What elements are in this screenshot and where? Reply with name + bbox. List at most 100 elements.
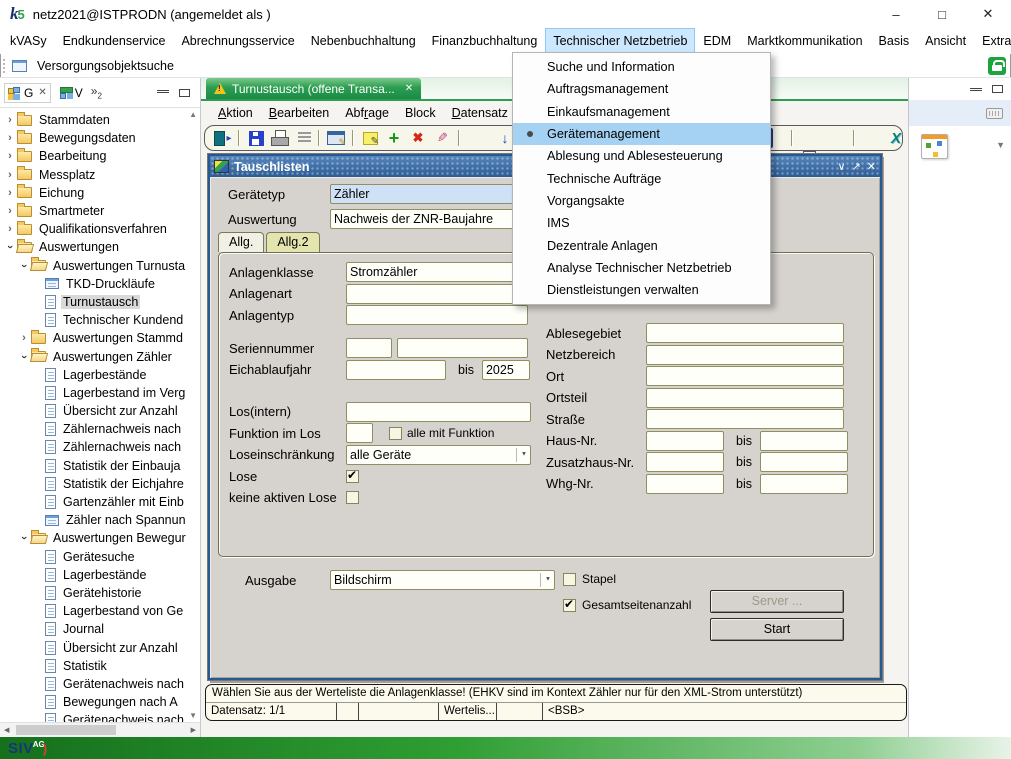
anlagenart-field[interactable] bbox=[346, 284, 528, 304]
chevron-icon[interactable] bbox=[4, 150, 16, 162]
scroll-down-icon[interactable]: ▼ bbox=[189, 711, 197, 720]
delete-record-icon[interactable] bbox=[408, 128, 428, 148]
alle-mit-funktion-checkbox[interactable] bbox=[389, 427, 402, 440]
tree-item-auswertungen-zaehler[interactable]: Auswertungen Zähler bbox=[0, 347, 200, 365]
sidebar-tab-g[interactable]: G ✕ bbox=[4, 83, 51, 103]
anlagentyp-field[interactable] bbox=[346, 305, 528, 325]
tree-item-smartmeter[interactable]: Smartmeter bbox=[0, 202, 200, 220]
range-field-von[interactable] bbox=[646, 474, 724, 494]
minimize-button[interactable]: – bbox=[873, 0, 919, 28]
tree-item-lagerbestand-von-geraeten[interactable]: Lagerbestand von Ge bbox=[0, 602, 200, 620]
menu-item-einkaufsmanagement[interactable]: Einkaufsmanagement bbox=[513, 101, 770, 123]
tree-item-tkd-drucklaeufe[interactable]: TKD-Druckläufe bbox=[0, 275, 200, 293]
eichablaufjahr-field-bis[interactable]: 2025 bbox=[482, 360, 530, 380]
tab-close-icon[interactable]: ✕ bbox=[38, 87, 46, 98]
dialog-restore-icon[interactable]: ↗ bbox=[852, 160, 861, 173]
text-field[interactable] bbox=[646, 345, 844, 365]
chevron-icon[interactable] bbox=[4, 169, 16, 181]
range-field-von[interactable] bbox=[646, 452, 724, 472]
clear-record-icon[interactable] bbox=[432, 128, 452, 148]
sidebar-tab-v[interactable]: V bbox=[55, 83, 87, 103]
menubar-item-endkundenservice[interactable]: Endkundenservice bbox=[55, 28, 174, 54]
tree-item-zaehler-nach-spannung[interactable]: Zähler nach Spannun bbox=[0, 511, 200, 529]
enter-query-icon[interactable] bbox=[360, 128, 380, 148]
chevron-icon[interactable] bbox=[18, 260, 30, 272]
close-button[interactable]: ✕ bbox=[965, 0, 1011, 28]
dialog-minimize-icon[interactable]: ∨ bbox=[838, 160, 846, 173]
tree-item-eichung[interactable]: Eichung bbox=[0, 184, 200, 202]
insert-record-icon[interactable] bbox=[384, 128, 404, 148]
separator[interactable] bbox=[853, 130, 855, 146]
form-menu-aktion[interactable]: Aktion bbox=[211, 106, 260, 120]
chevron-icon[interactable] bbox=[18, 332, 30, 344]
dialog-close-icon[interactable]: ✕ bbox=[867, 160, 876, 173]
menu-item-suche-und-information[interactable]: Suche und Information bbox=[513, 56, 770, 78]
anlagenklasse-field[interactable]: Stromzähler bbox=[346, 262, 528, 282]
menubar-item-technischer-netzbetrieb[interactable]: Technischer Netzbetrieb bbox=[545, 28, 695, 54]
tab-close-icon[interactable]: ✕ bbox=[405, 83, 413, 94]
tree-item-technischer-kundendienst[interactable]: Technischer Kundend bbox=[0, 311, 200, 329]
query-window-icon[interactable] bbox=[326, 128, 346, 148]
excel-export-icon[interactable] bbox=[886, 128, 906, 148]
panel-maximize-icon[interactable] bbox=[179, 89, 190, 97]
tree-item-stammdaten[interactable]: Stammdaten bbox=[0, 111, 200, 129]
scroll-left-icon[interactable]: ◀ bbox=[4, 726, 9, 734]
tree-item-uebersicht-zur-anzahl[interactable]: Übersicht zur Anzahl bbox=[0, 402, 200, 420]
tree-item-zaehlernachweis-nach-1[interactable]: Zählernachweis nach bbox=[0, 420, 200, 438]
tree-item-qualifikationsverfahren[interactable]: Qualifikationsverfahren bbox=[0, 220, 200, 238]
chevron-icon[interactable] bbox=[4, 114, 16, 126]
chevron-icon[interactable] bbox=[18, 532, 30, 544]
form-menu-abfrage[interactable]: Abfrage bbox=[338, 106, 396, 120]
lock-icon[interactable] bbox=[988, 57, 1006, 75]
tree-item-bewegungsdaten[interactable]: Bewegungsdaten bbox=[0, 129, 200, 147]
keyboard-icon[interactable] bbox=[986, 108, 1003, 119]
tree-item-statistik-der-eichjahre[interactable]: Statistik der Eichjahre bbox=[0, 475, 200, 493]
tree-item-journal[interactable]: Journal bbox=[0, 620, 200, 638]
menubar-item-kvasy[interactable]: kVASy bbox=[2, 28, 55, 54]
menubar-item-nebenbuchhaltung[interactable]: Nebenbuchhaltung bbox=[303, 28, 424, 54]
chevron-icon[interactable] bbox=[4, 223, 16, 235]
menu-item-dienstleistungen-verwalten[interactable]: Dienstleistungen verwalten bbox=[513, 279, 770, 301]
scrollbar-thumb[interactable] bbox=[16, 725, 116, 735]
tree-item-lagerbestaende-2[interactable]: Lagerbestände bbox=[0, 566, 200, 584]
chevron-icon[interactable] bbox=[4, 132, 16, 144]
separator[interactable] bbox=[318, 130, 320, 146]
tree-item-turnustausch[interactable]: Turnustausch bbox=[0, 293, 200, 311]
server-button[interactable]: Server ... bbox=[710, 590, 844, 613]
text-field[interactable] bbox=[646, 409, 844, 429]
range-field-bis[interactable] bbox=[760, 452, 848, 472]
tree-item-zaehlernachweis-nach-2[interactable]: Zählernachweis nach bbox=[0, 438, 200, 456]
save-icon[interactable] bbox=[246, 128, 266, 148]
tab-overflow-icon[interactable]: »2 bbox=[91, 84, 102, 100]
keine-aktiven-lose-checkbox[interactable] bbox=[346, 491, 359, 504]
menubar-item-finanzbuchhaltung[interactable]: Finanzbuchhaltung bbox=[424, 28, 546, 54]
menu-item-ablesung-und-ablesesteuerung[interactable]: Ablesung und Ablesesteuerung bbox=[513, 145, 770, 167]
menu-item-dezentrale-anlagen[interactable]: Dezentrale Anlagen bbox=[513, 234, 770, 256]
menubar-item-extras[interactable]: Extras bbox=[974, 28, 1011, 54]
panel-maximize-icon[interactable] bbox=[992, 85, 1003, 93]
maximize-button[interactable]: □ bbox=[919, 0, 965, 28]
gesamtseitenanzahl-checkbox[interactable] bbox=[563, 599, 576, 612]
form-menu-block[interactable]: Block bbox=[398, 106, 443, 120]
tree-item-auswertungen-bewegungen[interactable]: Auswertungen Bewegur bbox=[0, 529, 200, 547]
tree-item-uebersicht-zur-anzahl-2[interactable]: Übersicht zur Anzahl bbox=[0, 638, 200, 656]
text-field[interactable] bbox=[646, 323, 844, 343]
menu-item-vorgangsakte[interactable]: Vorgangsakte bbox=[513, 190, 770, 212]
tree-item-bewegungen-nach-a[interactable]: Bewegungen nach A bbox=[0, 693, 200, 711]
menu-item-technische-auftraege[interactable]: Technische Aufträge bbox=[513, 167, 770, 189]
range-field-von[interactable] bbox=[646, 431, 724, 451]
tree-item-auswertungen[interactable]: Auswertungen bbox=[0, 238, 200, 256]
exit-icon[interactable] bbox=[213, 128, 233, 148]
scroll-right-icon[interactable]: ▶ bbox=[191, 726, 196, 734]
panel-minimize-icon[interactable] bbox=[157, 89, 169, 93]
lose-checkbox[interactable] bbox=[346, 470, 359, 483]
tree-item-geraetenachweis-nach-1[interactable]: Gerätenachweis nach bbox=[0, 675, 200, 693]
menubar-item-abrechnungsservice[interactable]: Abrechnungsservice bbox=[173, 28, 302, 54]
menu-item-auftragsmanagement[interactable]: Auftragsmanagement bbox=[513, 78, 770, 100]
menu-item-geraetemanagement[interactable]: Gerätemanagement bbox=[513, 123, 770, 145]
tree-item-geraetehistorie[interactable]: Gerätehistorie bbox=[0, 584, 200, 602]
tree-item-auswertungen-turnustausch[interactable]: Auswertungen Turnusta bbox=[0, 257, 200, 275]
menubar-item-ansicht[interactable]: Ansicht bbox=[917, 28, 974, 54]
separator[interactable] bbox=[352, 130, 354, 146]
seriennummer-field-2[interactable] bbox=[397, 338, 528, 358]
